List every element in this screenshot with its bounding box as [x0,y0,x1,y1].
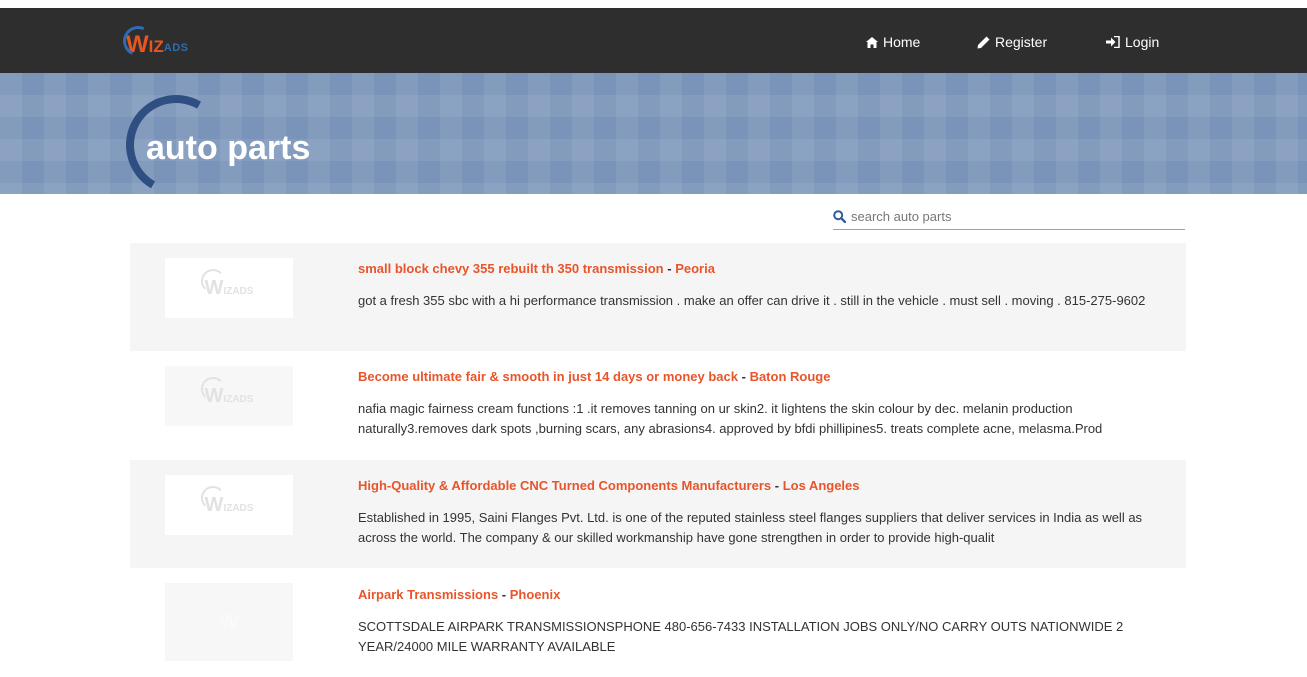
listing-description: nafia magic fairness cream functions :1 … [358,401,1103,436]
listing-description: Established in 1995, Saini Flanges Pvt. … [358,510,1143,545]
title-separator: - [771,478,783,493]
listing-row: WIZADS small block chevy 355 rebuilt th … [130,243,1186,351]
listing-row: W Airpark Transmissions - Phoenix SCOTTS… [130,569,1186,677]
listing-description: SCOTTSDALE AIRPARK TRANSMISSIONSPHONE 48… [358,619,1124,654]
placeholder-logo-icon: WIZADS [200,485,253,517]
listing-row: WIZADS Become ultimate fair & smooth in … [130,351,1186,459]
listing-title-link[interactable]: Airpark Transmissions [358,587,498,602]
listing-title-link[interactable]: small block chevy 355 rebuilt th 350 tra… [358,261,664,276]
listing-thumbnail[interactable]: WIZADS [165,475,293,535]
listing-location-link[interactable]: Peoria [675,261,715,276]
nav-register-label: Register [995,34,1048,50]
listing-location-link[interactable]: Phoenix [510,587,561,602]
placeholder-logo-icon: WIZADS [200,376,253,408]
watermark-logo-icon: W [219,610,239,633]
search-input[interactable] [851,208,1171,224]
logo-letters-ads: ADS [163,42,189,54]
wizads-logo[interactable]: W IZ ADS [118,21,189,61]
placeholder-logo-icon: WIZADS [200,268,253,300]
listing-title-link[interactable]: High-Quality & Affordable CNC Turned Com… [358,478,771,493]
page-title: auto parts [146,129,311,167]
title-separator: - [498,587,510,602]
listing-location-link[interactable]: Los Angeles [783,478,860,493]
listing-title-line: small block chevy 355 rebuilt th 350 tra… [358,261,715,276]
listing-location-link[interactable]: Baton Rouge [750,369,831,384]
title-separator: - [738,369,750,384]
title-separator: - [663,261,676,276]
listing-title-line: High-Quality & Affordable CNC Turned Com… [358,478,860,493]
home-icon [866,36,878,48]
search-icon [833,209,846,223]
search-bar [833,203,1185,230]
nav-home-label: Home [883,34,921,50]
nav-home-link[interactable]: Home [866,34,920,50]
listing-row: WIZADS High-Quality & Affordable CNC Tur… [130,460,1186,568]
nav-login-link[interactable]: Login [1106,34,1159,50]
nav-login-label: Login [1125,34,1160,50]
listing-thumbnail[interactable]: WIZADS [165,366,293,426]
pencil-icon [977,36,990,48]
listing-description: got a fresh 355 sbc with a hi performanc… [358,293,1146,308]
listing-title-line: Airpark Transmissions - Phoenix [358,587,560,602]
nav-register-link[interactable]: Register [977,34,1047,50]
listing-photo[interactable]: W [165,583,293,661]
listing-title-link[interactable]: Become ultimate fair & smooth in just 14… [358,369,738,384]
listing-title-line: Become ultimate fair & smooth in just 14… [358,369,830,384]
category-banner: auto parts [0,73,1307,194]
login-icon [1106,36,1120,48]
listing-thumbnail[interactable]: WIZADS [165,258,293,318]
